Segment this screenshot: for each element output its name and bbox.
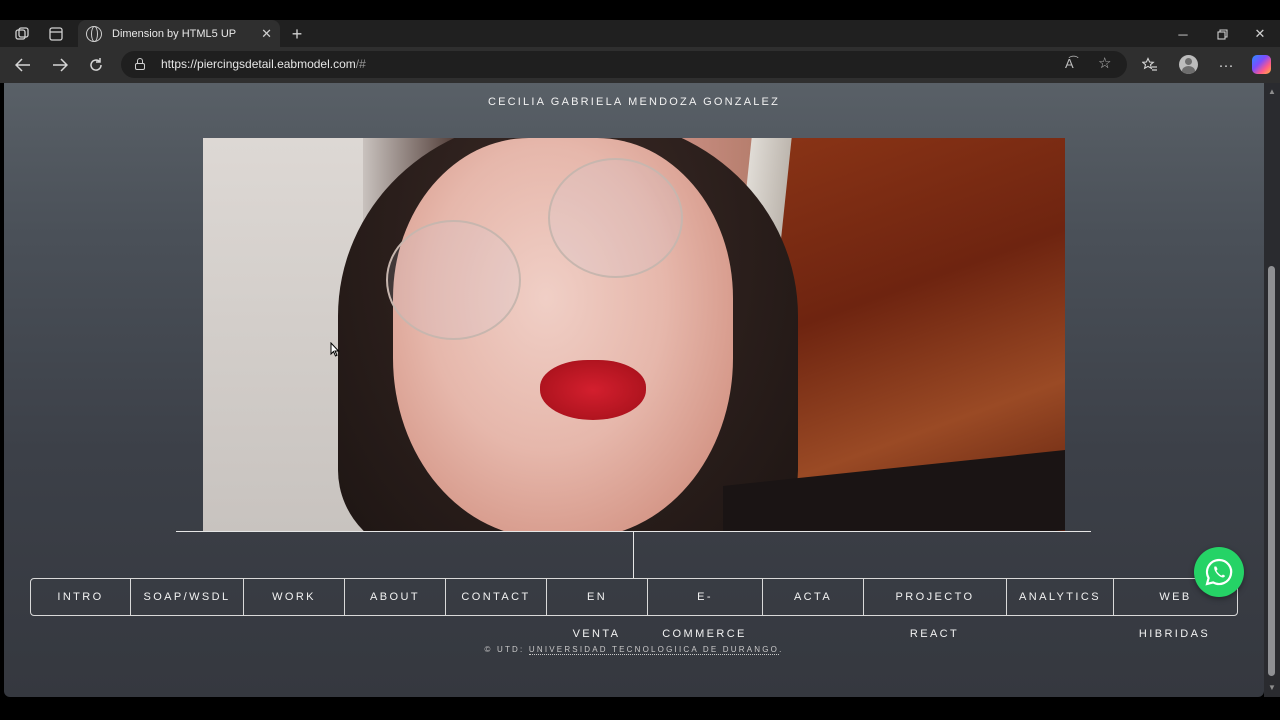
nav-intro[interactable]: INTRO: [31, 579, 131, 615]
more-icon[interactable]: ···: [1216, 55, 1236, 75]
tab-actions-icon[interactable]: [46, 24, 66, 44]
nav-soap-wsdl[interactable]: SOAP/WSDL: [131, 579, 244, 615]
bottom-letterbox: [0, 697, 1280, 720]
close-window-icon[interactable]: ✕: [1250, 24, 1270, 44]
footer-suffix: .: [779, 645, 784, 654]
new-tab-icon[interactable]: +: [287, 24, 307, 44]
copilot-icon[interactable]: [1252, 55, 1271, 74]
nav-projecto-react-line2[interactable]: REACT: [863, 628, 1006, 640]
workspaces-icon[interactable]: [12, 24, 32, 44]
globe-icon: [86, 26, 102, 42]
nav-e-commerce[interactable]: E-: [648, 579, 763, 615]
footer-link[interactable]: UNIVERSIDAD TECNOLOGIICA DE DURANGO: [528, 645, 780, 655]
divider-vertical: [633, 531, 634, 578]
browser-tab[interactable]: Dimension by HTML5 UP ✕: [78, 20, 280, 48]
scrollbar-thumb[interactable]: [1268, 266, 1275, 676]
top-letterbox: [0, 0, 1280, 20]
close-icon[interactable]: ✕: [261, 26, 272, 42]
refresh-icon[interactable]: [86, 55, 106, 75]
tab-title: Dimension by HTML5 UP: [112, 28, 237, 40]
scrollbar[interactable]: ▲ ▼: [1264, 83, 1280, 697]
restore-icon[interactable]: [1212, 24, 1232, 44]
scroll-down-icon[interactable]: ▼: [1268, 684, 1276, 692]
browser-toolbar: https://piercingsdetail.eabmodel.com/# A…: [0, 47, 1280, 83]
favorites-icon[interactable]: [1140, 55, 1160, 75]
whatsapp-icon[interactable]: [1194, 547, 1244, 597]
page-viewport: CECILIA GABRIELA MENDOZA GONZALEZ INTRO …: [4, 83, 1264, 697]
footer-prefix: © UTD:: [484, 645, 529, 654]
address-bar[interactable]: https://piercingsdetail.eabmodel.com/# A…: [121, 51, 1127, 78]
read-aloud-icon[interactable]: A͡: [1065, 56, 1074, 71]
nav-acta[interactable]: ACTA: [763, 579, 864, 615]
page-title: CECILIA GABRIELA MENDOZA GONZALEZ: [487, 96, 781, 108]
forward-icon[interactable]: [50, 55, 70, 75]
nav-contact[interactable]: CONTACT: [446, 579, 547, 615]
nav-projecto-react[interactable]: PROJECTO: [864, 579, 1007, 615]
footer: © UTD: UNIVERSIDAD TECNOLOGIICA DE DURAN…: [4, 645, 1264, 655]
profile-icon[interactable]: [1179, 55, 1198, 74]
nav-e-commerce-line2[interactable]: COMMERCE: [647, 628, 762, 640]
favorite-star-icon[interactable]: ☆: [1098, 54, 1111, 72]
url-path: /#: [355, 57, 366, 71]
nav-en-venta[interactable]: EN: [547, 579, 648, 615]
nav-work[interactable]: WORK: [244, 579, 345, 615]
nav-web-hibridas-line2[interactable]: HIBRIDAS: [1113, 628, 1236, 640]
url-host: https://piercingsdetail.eabmodel.com: [161, 57, 356, 71]
url-text[interactable]: https://piercingsdetail.eabmodel.com/#: [161, 57, 366, 71]
nav-en-venta-line2[interactable]: VENTA: [546, 628, 647, 640]
nav-analytics[interactable]: ANALYTICS: [1007, 579, 1114, 615]
main-nav: INTRO SOAP/WSDL WORK ABOUT CONTACT EN E-…: [30, 578, 1238, 616]
nav-about[interactable]: ABOUT: [345, 579, 446, 615]
profile-photo: [203, 138, 1065, 531]
back-icon[interactable]: [13, 55, 33, 75]
minimize-icon[interactable]: ─: [1173, 24, 1193, 44]
scroll-up-icon[interactable]: ▲: [1268, 88, 1276, 96]
lock-icon[interactable]: [135, 58, 145, 70]
